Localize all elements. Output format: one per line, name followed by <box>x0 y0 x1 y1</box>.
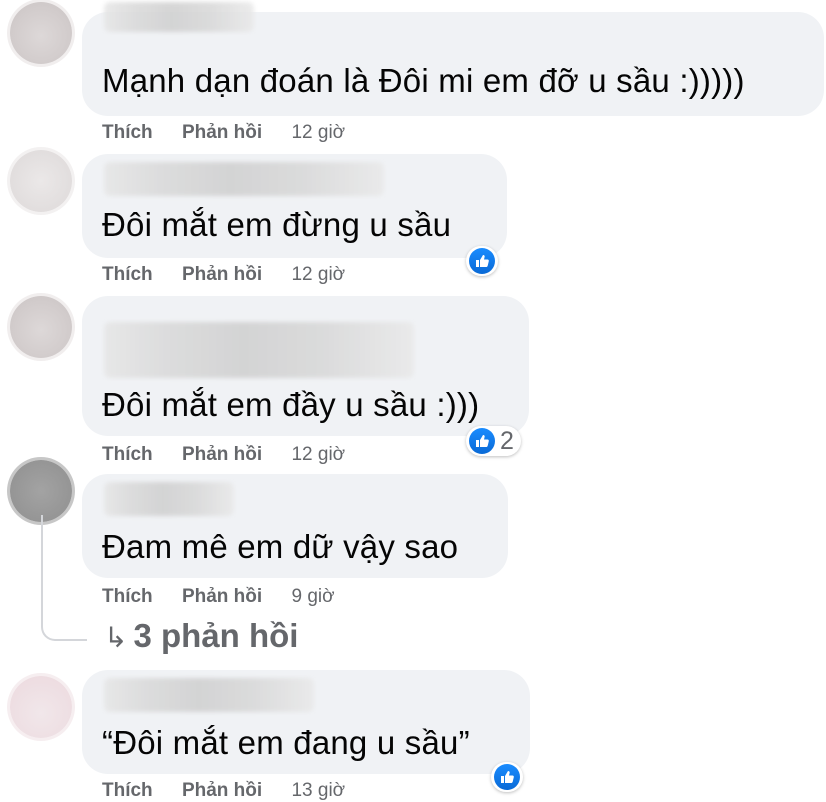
comment-bubble: Đôi mắt em đừng u sầu <box>82 154 507 258</box>
timestamp[interactable]: 12 giờ <box>291 122 345 143</box>
reaction-badge[interactable] <box>491 762 523 792</box>
view-replies-link[interactable]: ↳ 3 phản hồi <box>104 617 298 655</box>
timestamp[interactable]: 12 giờ <box>291 444 345 465</box>
reaction-badge[interactable]: 2 <box>466 426 521 456</box>
comment-text: “Đôi mắt em đang u sầu” <box>102 724 470 761</box>
avatar[interactable] <box>10 676 72 738</box>
like-button[interactable]: Thích <box>102 122 153 143</box>
like-button[interactable]: Thích <box>102 264 153 285</box>
comment-text: Đôi mắt em đừng u sầu <box>102 206 452 243</box>
like-thumb-icon <box>494 764 520 790</box>
comment-actions: Thích Phản hồi 12 giờ <box>102 264 345 286</box>
timestamp[interactable]: 12 giờ <box>291 264 345 285</box>
blurred-author-name <box>104 678 314 712</box>
like-thumb-icon <box>469 248 495 274</box>
comment-actions: Thích Phản hồi 12 giờ <box>102 444 345 466</box>
reply-thread-line <box>41 515 87 641</box>
like-button[interactable]: Thích <box>102 586 153 607</box>
avatar[interactable] <box>10 460 72 522</box>
comment-text: Đôi mắt em đầy u sầu :))) <box>102 386 480 423</box>
comment-bubble: Đam mê em dữ vậy sao <box>82 474 508 578</box>
replies-count-label: 3 phản hồi <box>133 617 299 654</box>
comment-bubble: “Đôi mắt em đang u sầu” <box>82 670 530 774</box>
blurred-author-name <box>104 322 414 378</box>
reply-button[interactable]: Phản hồi <box>182 122 262 143</box>
reply-button[interactable]: Phản hồi <box>182 264 262 285</box>
like-thumb-icon <box>469 428 495 454</box>
reply-button[interactable]: Phản hồi <box>182 586 262 607</box>
blurred-author-name <box>104 482 234 516</box>
comment-bubble: Mạnh dạn đoán là Đôi mi em đỡ u sầu :)))… <box>82 2 824 116</box>
comment-bubble: Đôi mắt em đầy u sầu :))) <box>82 296 529 436</box>
avatar[interactable] <box>10 2 72 64</box>
comment-actions: Thích Phản hồi 12 giờ <box>102 122 345 144</box>
blurred-author-name <box>104 162 384 196</box>
reply-button[interactable]: Phản hồi <box>182 780 262 801</box>
comment-actions: Thích Phản hồi 13 giờ <box>102 780 345 802</box>
reaction-count: 2 <box>500 426 514 455</box>
like-button[interactable]: Thích <box>102 444 153 465</box>
comment-text: Đam mê em dữ vậy sao <box>102 528 459 565</box>
comment-text: Mạnh dạn đoán là Đôi mi em đỡ u sầu :)))… <box>102 62 745 99</box>
timestamp[interactable]: 9 giờ <box>291 586 334 607</box>
blurred-author-name <box>104 2 254 32</box>
reaction-badge[interactable] <box>466 246 498 276</box>
timestamp[interactable]: 13 giờ <box>291 780 345 801</box>
avatar[interactable] <box>10 150 72 212</box>
reply-button[interactable]: Phản hồi <box>182 444 262 465</box>
avatar[interactable] <box>10 296 72 358</box>
comment-actions: Thích Phản hồi 9 giờ <box>102 586 335 608</box>
like-button[interactable]: Thích <box>102 780 153 801</box>
reply-arrow-icon: ↳ <box>104 622 128 653</box>
